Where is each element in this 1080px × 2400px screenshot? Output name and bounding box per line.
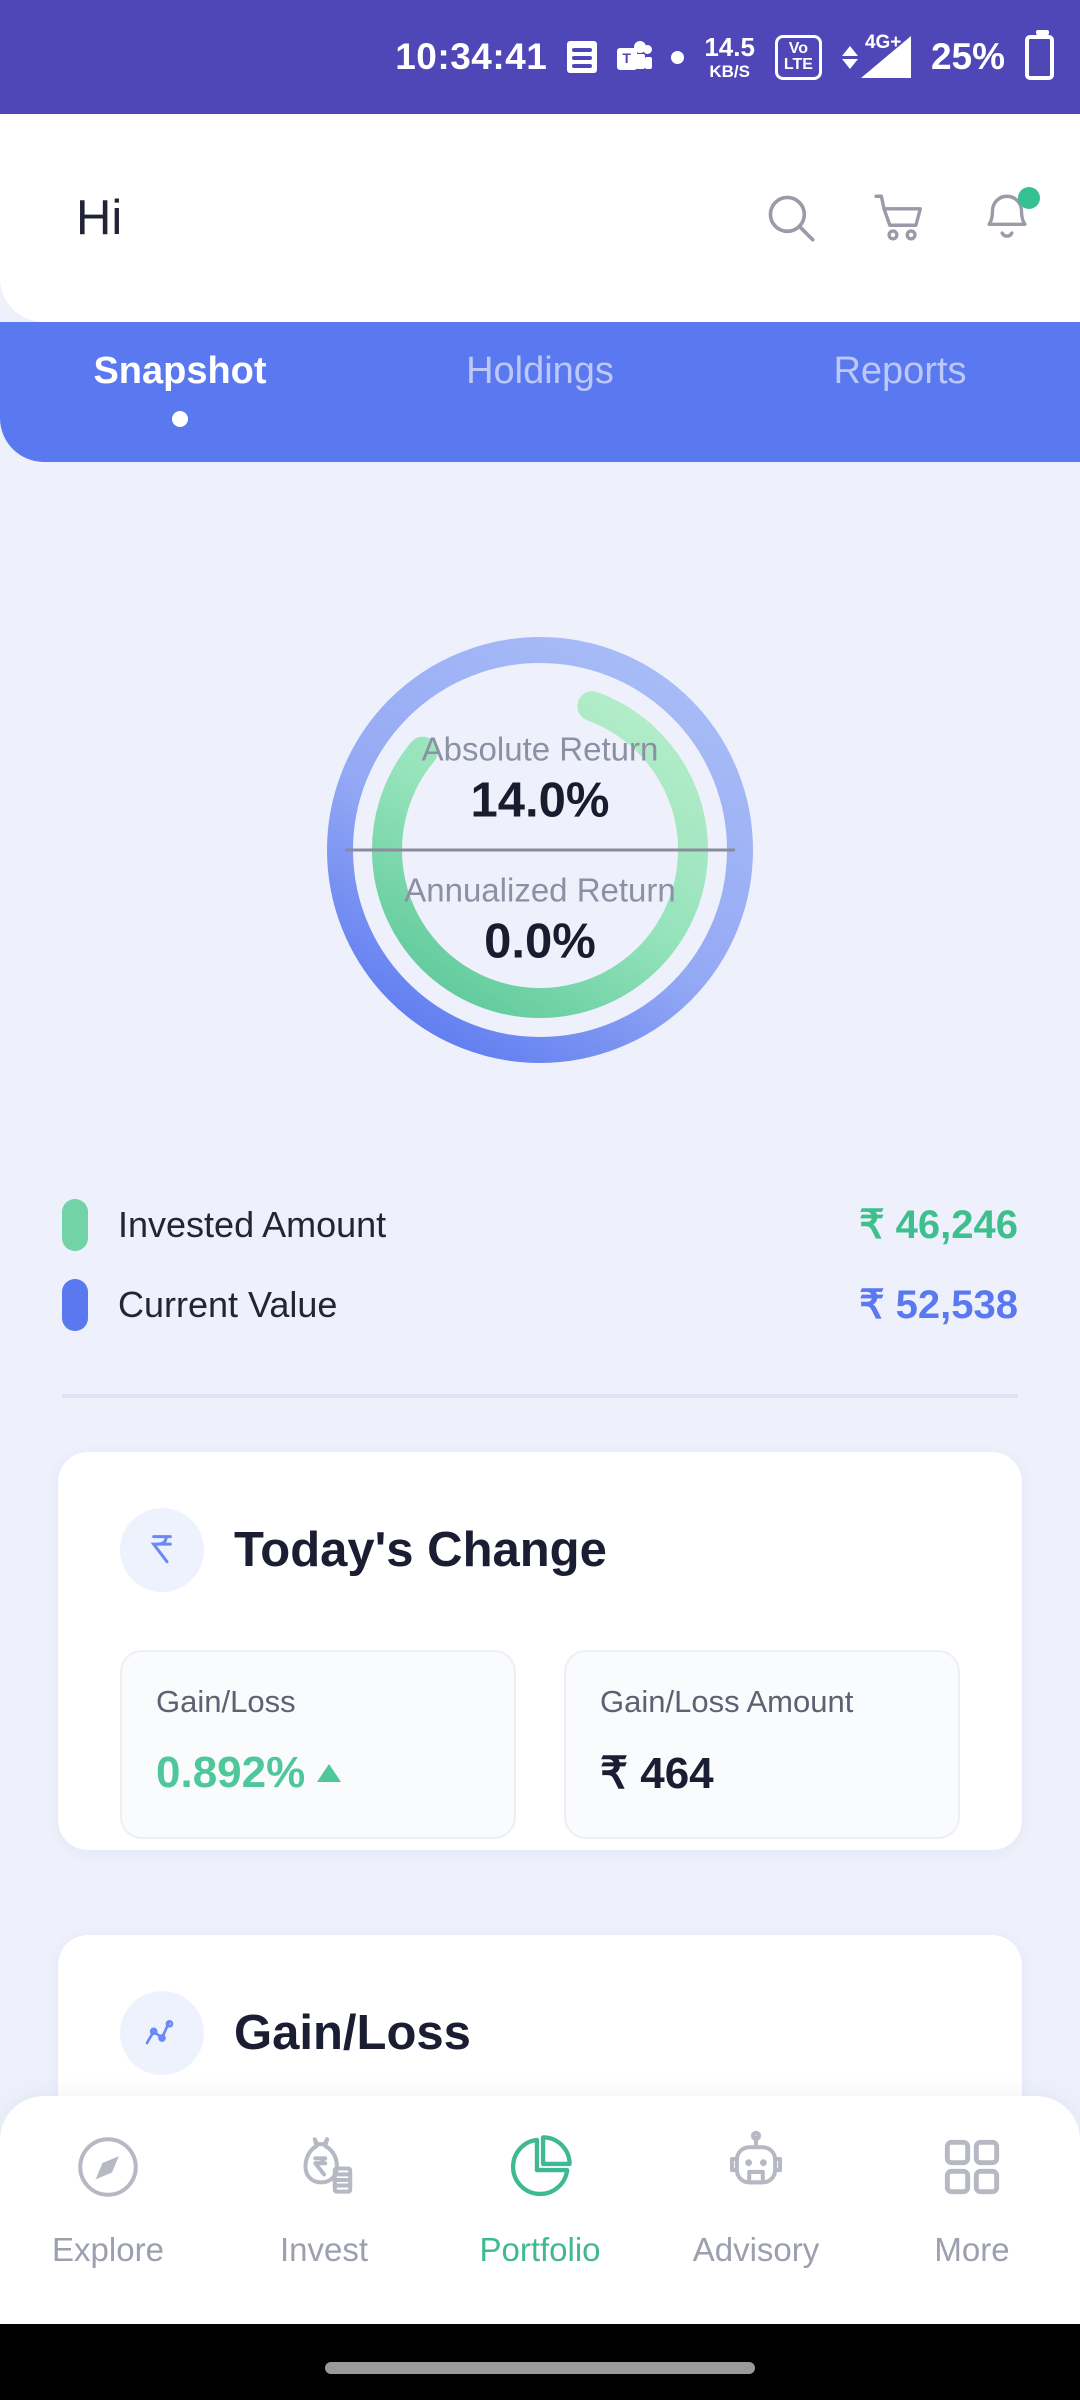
stat-gain-loss-amount: Gain/Loss Amount ₹ 464 [564, 1650, 960, 1839]
tab-snapshot-label: Snapshot [93, 350, 267, 392]
signal-icon: 4G+ [841, 32, 911, 78]
nav-item-portfolio[interactable]: Portfolio [432, 2130, 648, 2269]
returns-donut-chart: Absolute Return 14.0% Annualized Return … [0, 500, 1080, 1200]
legend-value-invested: ₹ 46,246 [859, 1203, 1018, 1247]
section-divider [62, 1394, 1018, 1398]
nav-label-portfolio: Portfolio [479, 2231, 601, 2268]
network-speed-value: 14.5 [704, 32, 755, 62]
status-time: 10:34:41 [395, 36, 548, 77]
todays-change-card[interactable]: Today's Change Gain/Loss 0.892% Gain/Los… [58, 1452, 1022, 1850]
gesture-bar[interactable] [325, 2362, 755, 2374]
line-chart-icon [120, 1991, 204, 2075]
bottom-navigation: Explore Invest Portfolio Advisory More [0, 2096, 1080, 2324]
app-screen: 10:34:41 14.5 KB/S Vo LTE 4G+ 25% Hi [0, 0, 1080, 2400]
tab-reports[interactable]: Reports [720, 322, 1080, 393]
tab-holdings[interactable]: Holdings [360, 322, 720, 393]
todays-change-stats: Gain/Loss 0.892% Gain/Loss Amount ₹ 464 [58, 1592, 1022, 1901]
up-arrow-icon [317, 1764, 342, 1782]
nav-label-more: More [934, 2231, 1010, 2268]
nav-item-invest[interactable]: Invest [216, 2130, 432, 2269]
tab-reports-label: Reports [833, 350, 967, 392]
legend-label-invested: Invested Amount [118, 1204, 387, 1245]
volte-icon: Vo LTE [774, 34, 822, 80]
tab-active-indicator [172, 411, 188, 427]
rupee-icon [120, 1508, 204, 1592]
nav-item-more[interactable]: More [864, 2130, 1080, 2269]
portfolio-tab-bar: Snapshot Holdings Reports [0, 322, 1080, 462]
dot-icon [671, 50, 685, 64]
absolute-return-label: Absolute Return [421, 730, 659, 768]
document-icon [567, 41, 598, 73]
annualized-return-label: Annualized Return [404, 871, 676, 909]
legend-row-invested: Invested Amount ₹ 46,246 [62, 1185, 1018, 1265]
compass-icon [71, 2130, 145, 2209]
greeting-text: Hi [76, 191, 123, 245]
search-icon[interactable] [762, 189, 820, 247]
stat-gain-loss-amount-value-wrap: ₹ 464 [600, 1748, 924, 1799]
chart-legend: Invested Amount ₹ 46,246 Current Value ₹… [0, 1185, 1080, 1345]
legend-swatch-current [62, 1279, 88, 1331]
stat-gain-loss-percent-value: 0.892% [156, 1748, 306, 1797]
stat-gain-loss-amount-value: ₹ 464 [600, 1749, 714, 1798]
notification-badge [1018, 187, 1040, 209]
volte-bottom-label: LTE [783, 56, 813, 73]
donut-center-metrics: Absolute Return 14.0% Annualized Return … [320, 731, 760, 970]
cart-icon[interactable] [870, 189, 928, 247]
gain-loss-title: Gain/Loss [234, 2006, 471, 2060]
volte-top-label: Vo [788, 40, 809, 57]
legend-swatch-invested [62, 1199, 88, 1251]
robot-icon [719, 2130, 793, 2209]
notification-bell-icon[interactable] [978, 187, 1040, 247]
nav-label-explore: Explore [52, 2231, 164, 2268]
network-speed-unit: KB/S [709, 62, 750, 81]
app-header: Hi [0, 114, 1080, 322]
gesture-nav-area [0, 2324, 1080, 2400]
pie-chart-icon [503, 2130, 577, 2209]
battery-percent: 25% [930, 36, 1005, 77]
network-type-label: 4G+ [864, 32, 902, 53]
legend-row-current: Current Value ₹ 52,538 [62, 1265, 1018, 1345]
stat-gain-loss-amount-label: Gain/Loss Amount [600, 1684, 854, 1719]
legend-value-current: ₹ 52,538 [859, 1283, 1018, 1327]
stat-gain-loss-percent-label: Gain/Loss [156, 1684, 296, 1719]
center-divider [345, 848, 735, 852]
tab-snapshot[interactable]: Snapshot [0, 322, 360, 427]
stat-gain-loss-percent: Gain/Loss 0.892% [120, 1650, 516, 1839]
tab-holdings-label: Holdings [466, 350, 614, 392]
battery-icon [1025, 29, 1054, 80]
absolute-return-value: 14.0% [470, 773, 610, 828]
gain-loss-header: Gain/Loss [58, 1935, 1022, 2075]
network-speed: 14.5 KB/S [704, 34, 755, 80]
grid-icon [935, 2130, 1009, 2209]
nav-item-advisory[interactable]: Advisory [648, 2130, 864, 2269]
nav-item-explore[interactable]: Explore [0, 2130, 216, 2269]
money-bag-icon [287, 2130, 361, 2209]
status-bar: 10:34:41 14.5 KB/S Vo LTE 4G+ 25% [0, 0, 1080, 114]
header-actions [762, 187, 1040, 247]
todays-change-title: Today's Change [234, 1523, 607, 1577]
teams-icon [617, 41, 653, 73]
legend-label-current: Current Value [118, 1284, 338, 1325]
stat-gain-loss-percent-value-wrap: 0.892% [156, 1748, 480, 1798]
nav-label-advisory: Advisory [692, 2231, 820, 2268]
nav-label-invest: Invest [279, 2231, 369, 2268]
annualized-return-value: 0.0% [484, 914, 596, 969]
todays-change-header: Today's Change [58, 1452, 1022, 1592]
